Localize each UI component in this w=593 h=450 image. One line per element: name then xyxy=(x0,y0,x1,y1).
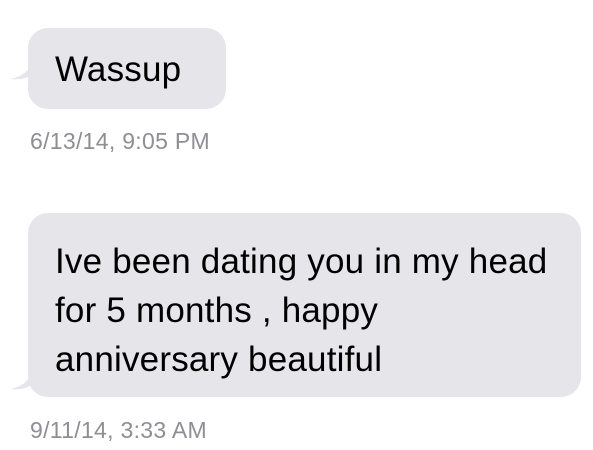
message-text: Ive been dating you in my head for 5 mon… xyxy=(55,242,548,379)
message-bubble[interactable]: Ive been dating you in my head for 5 mon… xyxy=(28,213,581,397)
message-thread: Wassup 6/13/14, 9:05 PM Ive been dating … xyxy=(0,0,593,450)
message-row: Ive been dating you in my head for 5 mon… xyxy=(0,0,593,450)
message-timestamp: 9/11/14, 3:33 AM xyxy=(30,417,207,443)
